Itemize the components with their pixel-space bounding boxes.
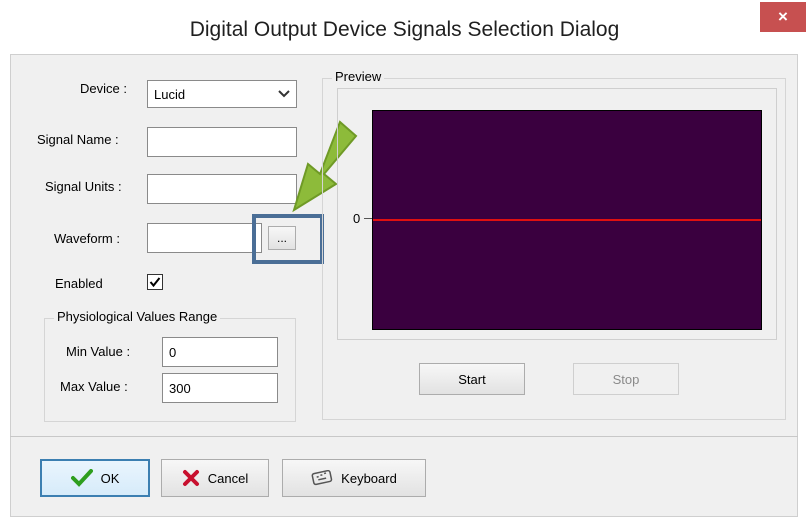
- chevron-down-icon: [278, 90, 290, 98]
- signal-line: [373, 219, 761, 221]
- checkmark-icon: [149, 277, 161, 288]
- enabled-checkbox[interactable]: [147, 274, 163, 290]
- signal-name-input[interactable]: [147, 127, 297, 157]
- waveform-input[interactable]: [147, 223, 262, 253]
- waveform-label: Waveform :: [54, 231, 120, 246]
- preview-group-title: Preview: [332, 69, 385, 84]
- x-icon: [182, 470, 199, 486]
- keyboard-label: Keyboard: [341, 470, 397, 486]
- dialog-window: Digital Output Device Signals Selection …: [0, 0, 809, 524]
- range-group: [44, 318, 296, 422]
- footer-separator: [10, 436, 798, 437]
- ok-button[interactable]: OK: [40, 459, 150, 497]
- min-value-label: Min Value :: [66, 344, 131, 359]
- start-button[interactable]: Start: [419, 363, 525, 395]
- title-bar: Digital Output Device Signals Selection …: [0, 0, 809, 54]
- min-value-input[interactable]: 0: [162, 337, 278, 367]
- signal-units-label: Signal Units :: [45, 179, 122, 194]
- window-title: Digital Output Device Signals Selection …: [189, 18, 620, 41]
- enabled-label: Enabled: [55, 276, 103, 291]
- keyboard-icon: [311, 470, 333, 486]
- max-value-label: Max Value :: [60, 379, 128, 394]
- y-axis-zero-label: 0: [353, 211, 361, 226]
- signal-name-label: Signal Name :: [37, 132, 119, 147]
- max-value-input[interactable]: 300: [162, 373, 278, 403]
- ok-label: OK: [100, 470, 120, 486]
- device-label: Device :: [80, 81, 127, 96]
- signal-units-input[interactable]: [147, 174, 297, 204]
- cancel-button[interactable]: Cancel: [161, 459, 269, 497]
- preview-chart: [372, 110, 762, 330]
- close-icon: ×: [778, 7, 788, 26]
- range-group-title: Physiological Values Range: [54, 309, 221, 324]
- device-value: Lucid: [154, 86, 186, 102]
- keyboard-button[interactable]: Keyboard: [282, 459, 426, 497]
- highlight-box: [252, 214, 324, 264]
- close-button[interactable]: ×: [760, 2, 806, 32]
- y-axis-tick: [364, 218, 372, 219]
- stop-button[interactable]: Stop: [573, 363, 679, 395]
- checkmark-icon: [70, 469, 93, 487]
- cancel-label: Cancel: [207, 470, 249, 486]
- device-select[interactable]: Lucid: [147, 80, 297, 108]
